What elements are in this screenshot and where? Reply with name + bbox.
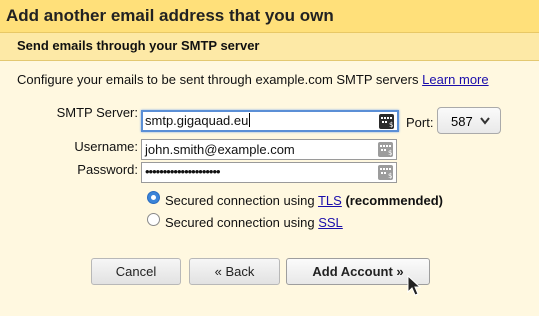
port-select[interactable]: 587 — [437, 107, 501, 134]
mouse-pointer-icon — [407, 275, 421, 296]
password-label: Password: — [77, 162, 138, 177]
dialog-title: Add another email address that you own — [6, 6, 334, 25]
ssl-prefix: Secured connection using — [165, 215, 319, 230]
section-header: Send emails through your SMTP server — [0, 33, 539, 61]
tls-prefix: Secured connection using — [165, 193, 318, 208]
port-value: 587 — [451, 114, 473, 129]
password-input[interactable]: ••••••••••••••••••••• $ — [141, 162, 397, 183]
intro-text: Configure your emails to be sent through… — [17, 72, 489, 87]
smtp-server-input[interactable]: smtp.gigaquad.eu $ — [141, 110, 399, 132]
tls-recommended: (recommended) — [345, 193, 443, 208]
svg-text:$: $ — [388, 149, 392, 157]
username-value: john.smith@example.com — [145, 142, 295, 157]
password-value: ••••••••••••••••••••• — [145, 164, 221, 179]
username-input[interactable]: john.smith@example.com $ — [141, 139, 397, 160]
ssl-radio[interactable] — [147, 213, 160, 226]
keyboard-icon[interactable]: $ — [378, 142, 393, 157]
section-title: Send emails through your SMTP server — [17, 38, 260, 53]
smtp-server-label: SMTP Server: — [56, 105, 138, 120]
port-label: Port: — [406, 115, 434, 130]
smtp-server-value: smtp.gigaquad.eu — [145, 113, 251, 128]
cancel-button[interactable]: Cancel — [91, 258, 181, 285]
tls-radio[interactable] — [147, 191, 160, 204]
username-label: Username: — [74, 139, 138, 154]
keyboard-icon[interactable]: $ — [378, 165, 393, 180]
chevron-down-icon — [480, 117, 490, 125]
svg-text:$: $ — [389, 121, 393, 129]
back-button[interactable]: « Back — [189, 258, 280, 285]
ssl-option-label: Secured connection using SSL — [165, 215, 343, 230]
intro-description: Configure your emails to be sent through… — [17, 72, 419, 87]
tls-link[interactable]: TLS — [318, 193, 342, 208]
svg-text:$: $ — [388, 172, 392, 180]
keyboard-icon[interactable]: $ — [379, 114, 394, 129]
learn-more-link[interactable]: Learn more — [422, 72, 488, 87]
dialog-title-bar: Add another email address that you own — [0, 0, 539, 33]
ssl-link[interactable]: SSL — [318, 215, 343, 230]
tls-option-label: Secured connection using TLS (recommende… — [165, 193, 443, 208]
